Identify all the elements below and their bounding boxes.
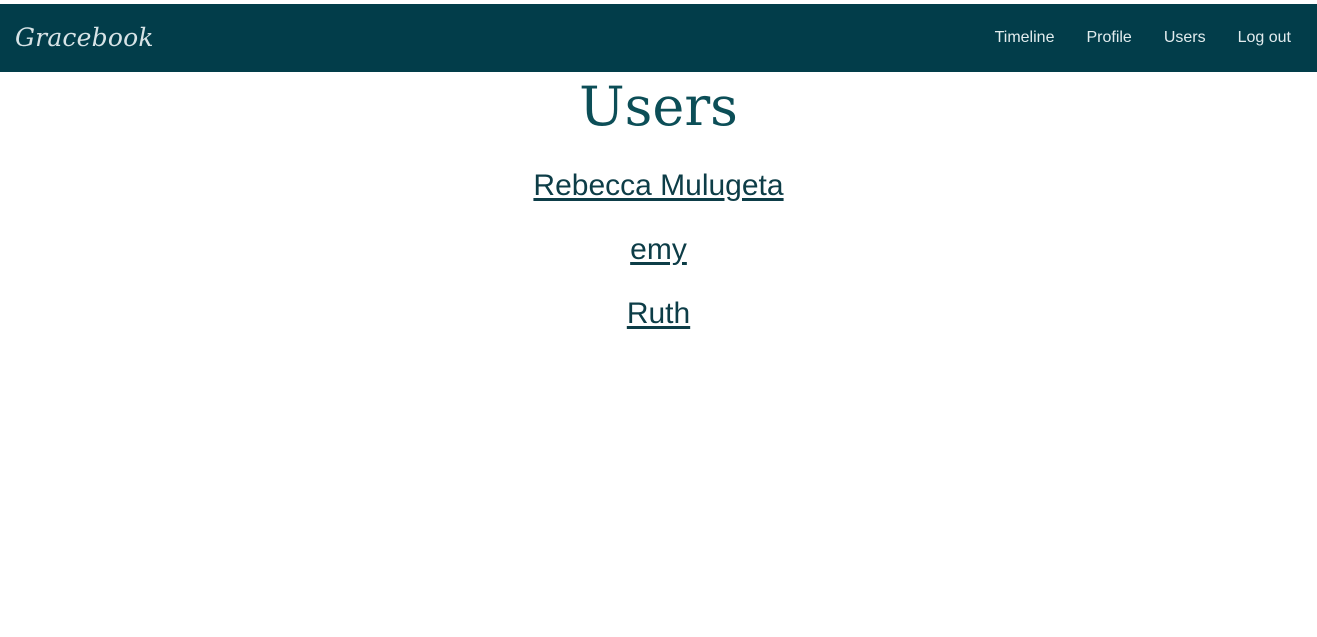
list-item: emy: [0, 227, 1317, 291]
main-nav: Timeline Profile Users Log out: [995, 29, 1291, 47]
user-link-emy[interactable]: emy: [630, 233, 687, 266]
nav-link-log-out[interactable]: Log out: [1238, 29, 1291, 47]
list-item: Ruth: [0, 291, 1317, 355]
user-list: Rebecca Mulugeta emy Ruth: [0, 163, 1317, 355]
list-item: Rebecca Mulugeta: [0, 163, 1317, 227]
top-navbar: Gracebook Timeline Profile Users Log out: [0, 4, 1317, 72]
brand-logo-link[interactable]: Gracebook: [15, 23, 154, 52]
nav-link-users[interactable]: Users: [1164, 29, 1206, 47]
nav-link-timeline[interactable]: Timeline: [995, 29, 1055, 47]
page-title: Users: [579, 75, 738, 138]
user-link-ruth[interactable]: Ruth: [627, 297, 690, 330]
user-link-rebecca-mulugeta[interactable]: Rebecca Mulugeta: [533, 169, 783, 202]
nav-link-profile[interactable]: Profile: [1086, 29, 1131, 47]
